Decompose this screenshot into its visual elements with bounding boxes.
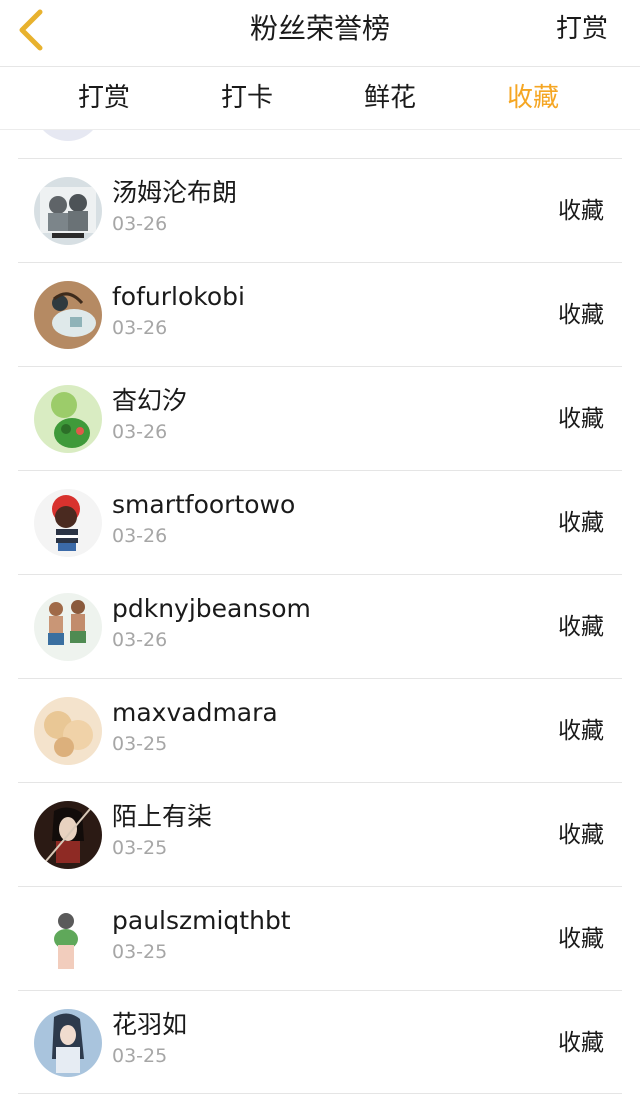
fan-date: 03-26 (112, 213, 168, 235)
back-button[interactable] (10, 6, 54, 54)
avatar (34, 385, 102, 453)
fan-name: 花羽如 (112, 1010, 188, 1039)
avatar (34, 801, 102, 869)
avatar (34, 489, 102, 557)
fan-date: 03-25 (112, 1045, 168, 1067)
fan-date: 03-25 (112, 837, 168, 859)
reward-button[interactable]: 打赏 (556, 0, 608, 58)
fan-name: fofurlokobi (112, 282, 245, 311)
action-label: 收藏 (558, 1030, 604, 1056)
fan-name: paulszmiqthbt (112, 906, 291, 935)
action-label: 收藏 (558, 614, 604, 640)
avatar (34, 1009, 102, 1077)
fan-date: 03-26 (112, 317, 168, 339)
avatar (34, 697, 102, 765)
fan-name: pdknyjbeansom (112, 594, 311, 623)
list-item[interactable]: 陌上有柒 03-25 收藏 (18, 782, 622, 886)
tab-bar: 打赏 打卡 鲜花 收藏 (0, 67, 640, 130)
fan-date: 03-25 (112, 733, 168, 755)
avatar (34, 281, 102, 349)
action-label: 收藏 (558, 302, 604, 328)
list-item[interactable]: fofurlokobi 03-26 收藏 (18, 262, 622, 366)
fan-date: 03-26 (112, 525, 168, 547)
fan-name: maxvadmara (112, 698, 278, 727)
list-item[interactable]: paulszmiqthbt 03-25 收藏 (18, 886, 622, 990)
fan-name: 杳幻汐 (112, 386, 188, 415)
list-item[interactable]: 花羽如 03-25 收藏 (18, 990, 622, 1094)
avatar (34, 593, 102, 661)
list-item[interactable]: maxvadmara 03-25 收藏 (18, 678, 622, 782)
tab-reward[interactable]: 打赏 (44, 67, 164, 129)
list-item[interactable]: 杳幻汐 03-26 收藏 (18, 366, 622, 470)
action-label: 收藏 (558, 406, 604, 432)
action-label: 收藏 (558, 198, 604, 224)
page-title: 粉丝荣誉榜 (249, 12, 390, 45)
action-label: 收藏 (558, 510, 604, 536)
nav-bar: 粉丝荣誉榜 打赏 (0, 0, 640, 67)
fan-date: 03-25 (112, 941, 168, 963)
fans-list[interactable]: 03-26 汤姆沦布朗 03-26 收藏 (0, 0, 640, 1097)
tab-favorites[interactable]: 收藏 (473, 67, 593, 129)
action-label: 收藏 (558, 926, 604, 952)
fan-name: smartfoortowo (112, 490, 296, 519)
list-item[interactable]: smartfoortowo 03-26 收藏 (18, 470, 622, 574)
list-item[interactable]: 汤姆沦布朗 03-26 收藏 (18, 158, 622, 262)
action-label: 收藏 (558, 822, 604, 848)
fan-date: 03-26 (112, 629, 168, 651)
tab-checkin[interactable]: 打卡 (187, 67, 307, 129)
fan-name: 汤姆沦布朗 (112, 178, 238, 207)
fan-date: 03-26 (112, 421, 168, 443)
avatar (34, 177, 102, 245)
tab-flowers[interactable]: 鲜花 (330, 67, 450, 129)
avatar (34, 905, 102, 973)
list-item[interactable]: pdknyjbeansom 03-26 收藏 (18, 574, 622, 678)
action-label: 收藏 (558, 718, 604, 744)
chevron-left-icon (19, 9, 43, 51)
fan-name: 陌上有柒 (112, 802, 213, 831)
